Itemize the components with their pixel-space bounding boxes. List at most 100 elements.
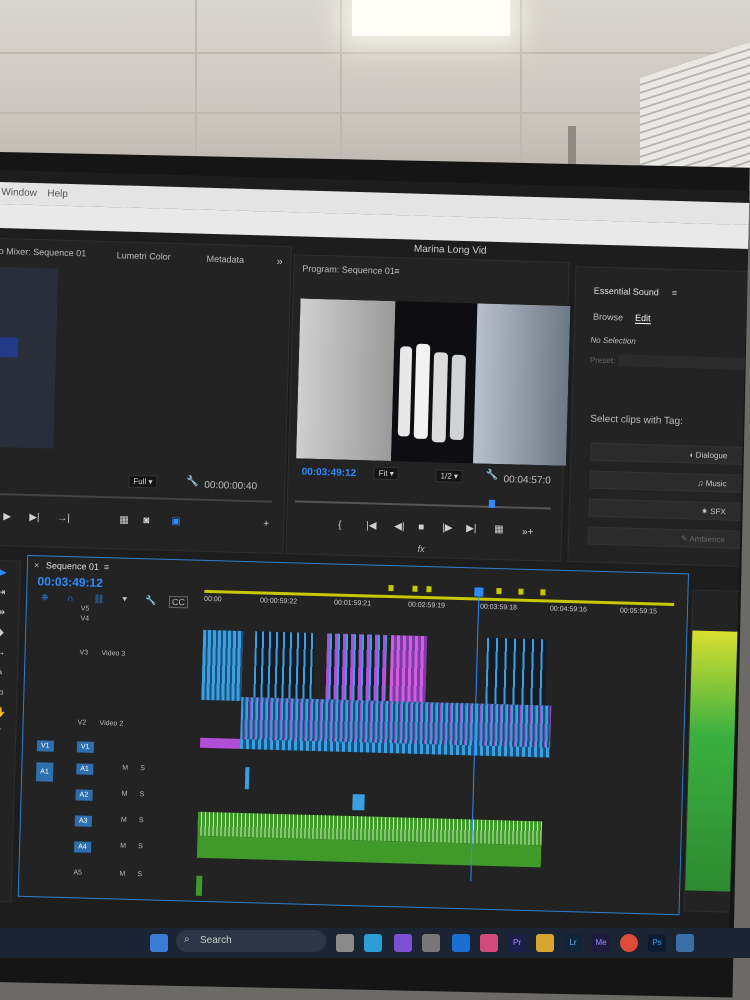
stop-icon[interactable]: ■ — [418, 522, 424, 533]
track-a4-mute[interactable]: M — [120, 843, 126, 850]
timeline-marker[interactable] — [518, 588, 524, 595]
timeline-marker[interactable] — [496, 588, 502, 595]
copilot-icon[interactable] — [394, 934, 412, 952]
linked-selection-icon[interactable]: ⛓ — [93, 594, 105, 605]
explorer-icon[interactable] — [536, 934, 554, 952]
panel-menu-icon[interactable]: ≡ — [104, 562, 110, 572]
panel-menu-icon[interactable]: ≡ — [672, 288, 678, 298]
export-frame-icon[interactable]: ▦ — [494, 524, 504, 535]
tab-audio-mixer[interactable]: o Mixer: Sequence 01 — [0, 246, 86, 258]
program-timecode[interactable]: 00:03:49:12 — [302, 467, 357, 480]
audio-clip-a5[interactable] — [195, 875, 203, 896]
add-marker-icon[interactable]: ⯆ — [121, 595, 128, 606]
wrench-icon[interactable]: 🔧 — [186, 476, 199, 487]
source-fit-select[interactable]: Full ▾ — [128, 474, 158, 489]
timeline-title[interactable]: Sequence 01 — [46, 560, 99, 571]
track-a3-label[interactable]: A3 — [74, 815, 92, 827]
add-icon[interactable]: »+ — [522, 527, 534, 538]
step-back-icon[interactable]: ◀| — [394, 521, 405, 532]
windows-start-icon[interactable] — [150, 934, 168, 952]
taskbar-search[interactable]: ⌕ Search — [176, 930, 326, 952]
video-clip[interactable] — [485, 637, 548, 710]
overwrite-icon[interactable]: ▦ — [119, 514, 129, 525]
hand-tool-icon[interactable]: ✋ — [0, 707, 6, 718]
tab-lumetri-color[interactable]: Lumetri Color — [117, 250, 171, 262]
task-view-icon[interactable] — [336, 934, 354, 952]
timeline-settings-icon[interactable]: 🔧 — [145, 595, 156, 606]
panel-menu-icon[interactable]: ≡ — [394, 266, 400, 276]
track-a3-mute[interactable]: M — [121, 817, 127, 824]
essential-sound-title[interactable]: Essential Sound — [594, 286, 659, 298]
type-tool-icon[interactable]: T — [0, 727, 1, 738]
button-editor-icon[interactable]: ▣ — [171, 516, 181, 527]
panel-overflow-icon[interactable]: » — [276, 256, 282, 268]
go-to-out-icon[interactable]: ▶| — [466, 523, 477, 534]
video-clip[interactable] — [253, 631, 316, 703]
snap-icon[interactable]: ∩ — [67, 593, 74, 603]
track-a1-mute[interactable]: M — [122, 765, 128, 772]
insert-icon[interactable]: →| — [57, 513, 70, 524]
ripple-edit-tool-icon[interactable]: ⇹ — [0, 607, 5, 618]
edge-icon[interactable] — [364, 934, 382, 952]
nest-toggle-icon[interactable]: ❈ — [41, 592, 49, 603]
source-v1-patch[interactable]: V1 — [36, 740, 54, 752]
timeline-marker[interactable] — [426, 586, 432, 593]
timeline-marker[interactable] — [540, 589, 546, 596]
selection-tool-icon[interactable]: ▶ — [0, 567, 7, 578]
program-fx[interactable]: fx — [417, 544, 424, 554]
preset-select[interactable] — [617, 354, 750, 371]
track-a5-mute[interactable]: M — [119, 871, 125, 878]
track-a3-solo[interactable]: S — [139, 817, 144, 824]
track-select-tool-icon[interactable]: ⇥ — [0, 587, 6, 598]
tab-browse[interactable]: Browse — [593, 312, 623, 323]
camera-icon[interactable]: ◙ — [143, 515, 149, 526]
wrench-icon[interactable]: 🔧 — [486, 470, 499, 481]
timeline-marker[interactable] — [388, 585, 394, 592]
rectangle-tool-icon[interactable]: ▭ — [0, 687, 4, 698]
program-monitor-title[interactable]: Program: Sequence 01 — [302, 263, 395, 276]
source-a1-patch[interactable]: A1 — [35, 762, 54, 782]
lightroom-icon[interactable]: Lr — [564, 934, 582, 952]
track-a2-label[interactable]: A2 — [75, 789, 93, 801]
menu-window[interactable]: Window — [1, 187, 37, 199]
app-icon[interactable] — [676, 934, 694, 952]
photoshop-icon[interactable]: Ps — [648, 934, 666, 952]
track-a4-label[interactable]: A4 — [73, 841, 91, 853]
audio-clip-a1[interactable] — [244, 767, 250, 790]
timeline-marker[interactable] — [412, 585, 418, 592]
media-encoder-icon[interactable]: Me — [592, 934, 610, 952]
program-resolution-select[interactable]: 1/2 ▾ — [435, 469, 464, 484]
track-a5-solo[interactable]: S — [137, 871, 142, 878]
premiere-icon[interactable]: Pr — [508, 934, 526, 952]
add-icon[interactable]: + — [263, 518, 269, 529]
track-a1-label[interactable]: A1 — [76, 763, 94, 775]
program-playhead[interactable] — [488, 499, 495, 508]
play-icon[interactable]: ▶ — [3, 511, 11, 522]
track-v1-label[interactable]: V1 — [76, 741, 94, 753]
tab-metadata[interactable]: Metadata — [206, 254, 244, 265]
track-a2-solo[interactable]: S — [140, 791, 145, 798]
mark-in-icon[interactable]: { — [338, 520, 342, 531]
video-clip[interactable] — [325, 633, 388, 705]
tab-edit[interactable]: Edit — [634, 312, 651, 325]
pen-tool-icon[interactable]: ✎ — [0, 667, 4, 678]
store-icon[interactable] — [422, 934, 440, 952]
timeline-timecode[interactable]: 00:03:49:12 — [37, 574, 103, 590]
program-fit-select[interactable]: Fit ▾ — [373, 466, 399, 481]
track-a5-label[interactable]: A5 — [73, 869, 82, 876]
track-a1-solo[interactable]: S — [140, 765, 145, 772]
playhead-handle[interactable] — [474, 587, 484, 597]
audio-clip-a2[interactable] — [352, 794, 365, 811]
menu-help[interactable]: Help — [47, 188, 68, 200]
razor-tool-icon[interactable]: ◆ — [0, 627, 4, 638]
step-forward-icon[interactable]: ▶| — [29, 512, 40, 523]
photos-icon[interactable] — [480, 934, 498, 952]
slip-tool-icon[interactable]: ↔ — [0, 647, 6, 658]
go-to-in-icon[interactable]: |◀ — [366, 520, 377, 531]
step-forward-icon[interactable]: |▶ — [442, 522, 453, 533]
chrome-icon[interactable] — [620, 934, 638, 952]
video-clip[interactable] — [201, 629, 244, 701]
outlook-icon[interactable] — [452, 934, 470, 952]
track-a2-mute[interactable]: M — [122, 791, 128, 798]
track-a4-solo[interactable]: S — [138, 843, 143, 850]
